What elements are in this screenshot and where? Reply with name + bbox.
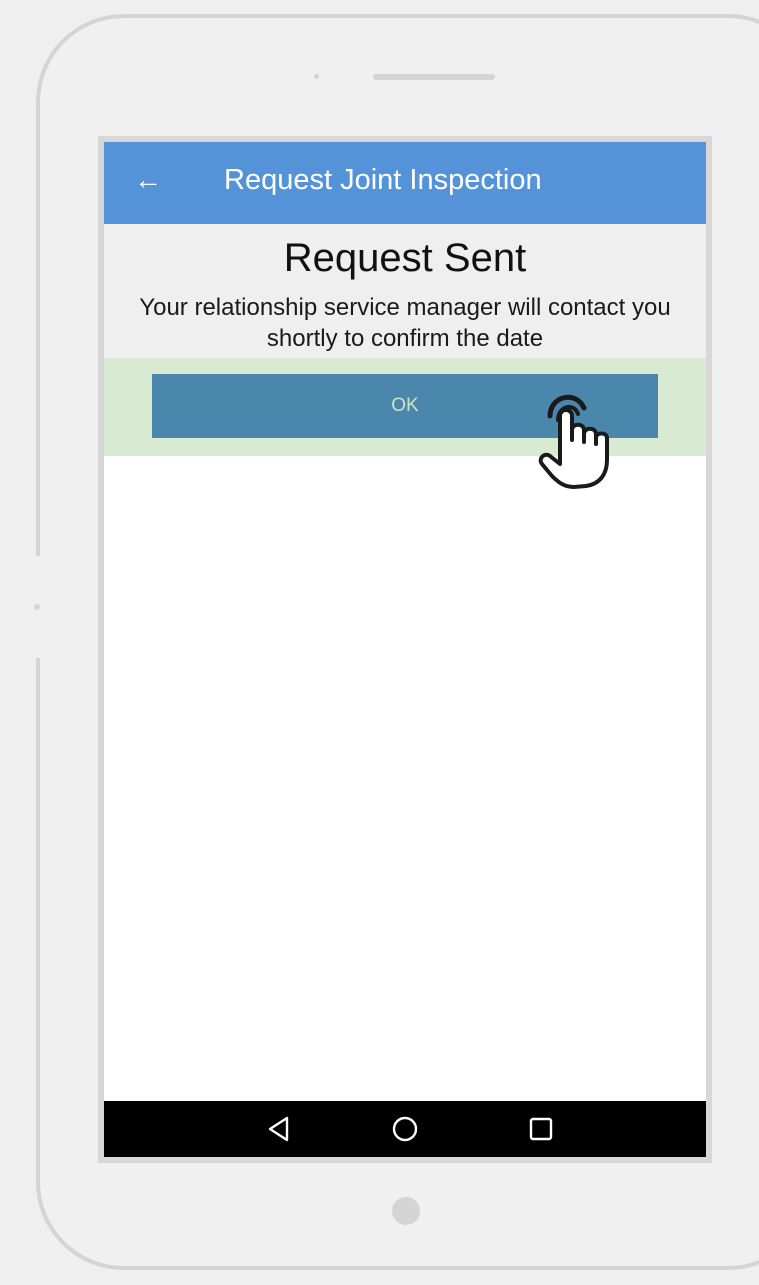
nav-home-circle-icon[interactable] [388, 1113, 422, 1145]
nav-recents-square-icon[interactable] [524, 1113, 558, 1145]
message-heading: Request Sent [283, 236, 527, 280]
app-bar-title: Request Joint Inspection [224, 164, 542, 196]
system-navigation-bar [104, 1101, 706, 1157]
hardware-home-button [392, 1197, 420, 1225]
earpiece-speaker [373, 74, 495, 80]
app-bar: ← Request Joint Inspection [104, 142, 706, 224]
nav-back-triangle-icon[interactable] [262, 1113, 296, 1145]
phone-screen: ← Request Joint Inspection Request Sent … [98, 136, 712, 1163]
tap-hand-pointer-icon [538, 394, 609, 489]
confirmation-message: Request Sent Your relationship service m… [104, 224, 706, 358]
front-camera [314, 74, 319, 79]
side-sensor-dot [34, 604, 40, 610]
message-body: Your relationship service manager will c… [139, 294, 671, 352]
device-mockup: ← Request Joint Inspection Request Sent … [0, 0, 759, 1285]
arrow-left-icon[interactable]: ← [134, 162, 162, 198]
